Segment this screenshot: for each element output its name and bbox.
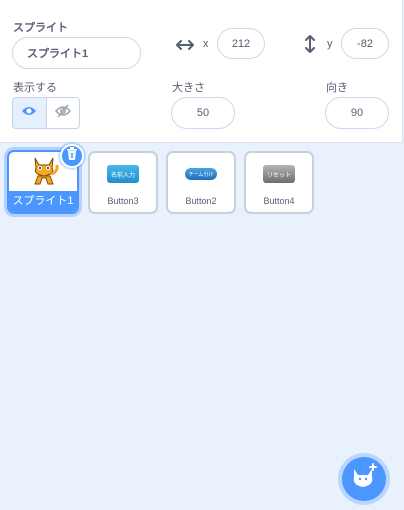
y-input[interactable]: -82: [341, 28, 389, 59]
sprite-name-value: スプライト1: [27, 48, 89, 60]
vertical-arrows-icon: [304, 34, 316, 54]
cat-sprite-thumbnail: [27, 154, 61, 193]
button4-thumbnail: リセット: [263, 165, 295, 183]
y-label: y: [327, 38, 333, 50]
hide-button[interactable]: [45, 98, 80, 128]
horizontal-arrows-icon: [176, 38, 194, 52]
size-value: 50: [196, 107, 210, 119]
sprite-tile-name: スプライト1: [9, 191, 77, 212]
x-input[interactable]: 212: [217, 28, 265, 59]
visibility-toggle: [12, 97, 80, 129]
direction-input[interactable]: 90: [325, 97, 389, 129]
sprite-tile-name: Button2: [185, 196, 217, 206]
sprite-tile-name: Button3: [107, 196, 139, 206]
direction-value: 90: [350, 107, 364, 119]
x-label: x: [203, 38, 209, 50]
y-value: -82: [357, 37, 373, 50]
button2-thumbnail: チーム分け: [185, 168, 217, 180]
sprite-tile-button2[interactable]: チーム分け Button2: [166, 151, 236, 214]
sprite-label: スプライト: [13, 22, 68, 34]
eye-slash-icon: [54, 104, 71, 123]
sprite-tile-button4[interactable]: リセット Button4: [244, 151, 314, 214]
sprite-tile-name: Button4: [263, 196, 295, 206]
size-label: 大きさ: [172, 82, 205, 94]
trash-icon: [66, 147, 78, 165]
button3-thumbnail: 名前入力: [107, 165, 139, 183]
size-input[interactable]: 50: [171, 97, 235, 129]
x-value: 212: [231, 37, 251, 50]
sprite-info-panel: スプライト スプライト1 x 212 y -82 表示する 大きさ 50 向き …: [0, 0, 403, 143]
eye-icon: [21, 104, 37, 122]
add-sprite-button[interactable]: [342, 457, 386, 501]
sprite-name-input[interactable]: スプライト1: [12, 37, 141, 69]
show-button[interactable]: [13, 98, 46, 128]
delete-sprite-button[interactable]: [60, 144, 84, 168]
show-label: 表示する: [13, 82, 57, 94]
cat-add-icon: [350, 462, 378, 496]
sprite-tile-button3[interactable]: 名前入力 Button3: [88, 151, 158, 214]
direction-label: 向き: [326, 82, 348, 94]
